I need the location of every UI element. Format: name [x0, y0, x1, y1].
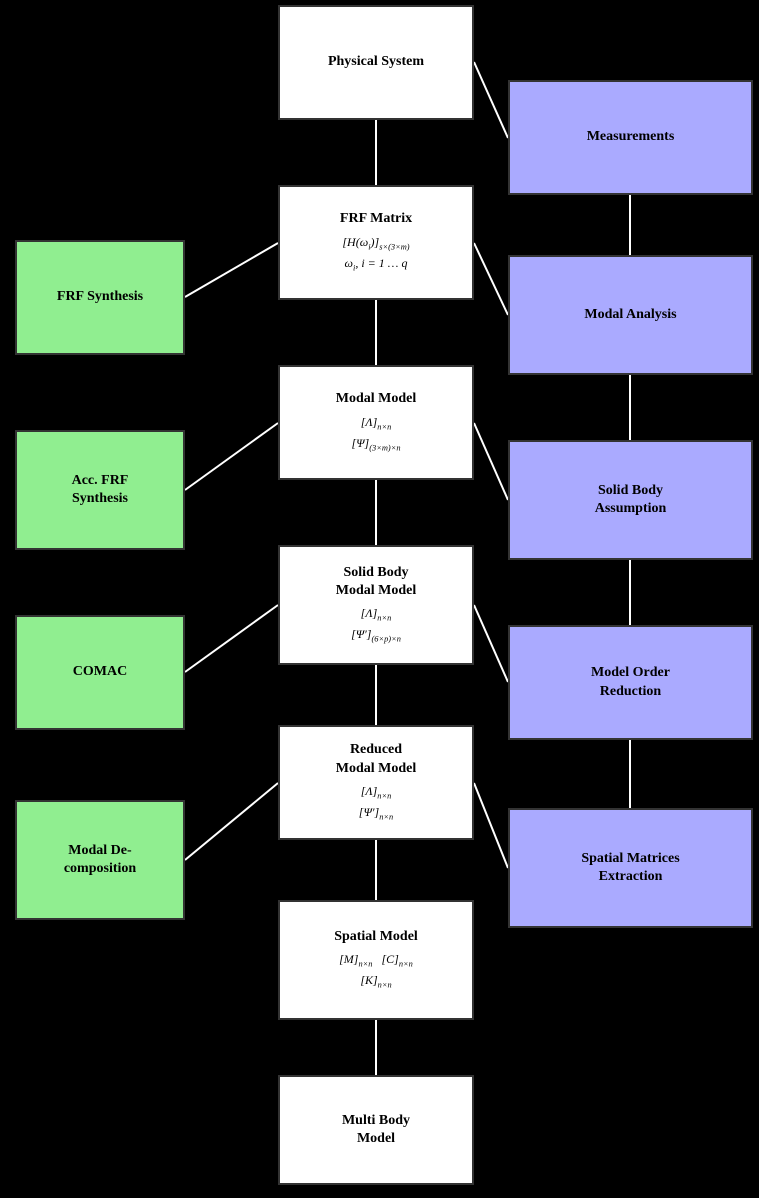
- modal-model-content: [Λ]n×n [Ψ](3×m)×n: [351, 413, 400, 455]
- measurements-box: Measurements: [508, 80, 753, 195]
- spatial-matrices-extraction-box: Spatial MatricesExtraction: [508, 808, 753, 928]
- comac-label: COMAC: [73, 663, 127, 681]
- comac-box: COMAC: [15, 615, 185, 730]
- spatial-model-label: Spatial Model: [334, 928, 418, 946]
- modal-decomposition-label: Modal De-composition: [64, 842, 136, 878]
- reduced-modal-model-box: ReducedModal Model [Λ]n×n [Ψ′]n×n: [278, 725, 474, 840]
- spatial-model-content: [M]n×n [C]n×n [K]n×n: [339, 950, 413, 992]
- model-order-reduction-label: Model OrderReduction: [591, 664, 670, 700]
- modal-analysis-label: Modal Analysis: [584, 306, 676, 324]
- frf-synthesis-label: FRF Synthesis: [57, 288, 143, 306]
- multi-body-model-label: Multi BodyModel: [342, 1112, 410, 1148]
- reduced-modal-model-label: ReducedModal Model: [336, 741, 417, 777]
- physical-system-label: Physical System: [328, 53, 424, 71]
- physical-system-box: Physical System: [278, 5, 474, 120]
- reduced-modal-model-content: [Λ]n×n [Ψ′]n×n: [359, 782, 393, 824]
- solid-body-modal-model-label: Solid BodyModal Model: [336, 564, 417, 600]
- frf-synthesis-box: FRF Synthesis: [15, 240, 185, 355]
- frf-matrix-content: [H(ωi)]s×(3×m) ωi, i = 1 … q: [342, 233, 409, 275]
- modal-model-label: Modal Model: [336, 390, 417, 408]
- measurements-label: Measurements: [587, 128, 675, 146]
- spatial-matrices-extraction-label: Spatial MatricesExtraction: [581, 850, 679, 886]
- solid-body-modal-model-box: Solid BodyModal Model [Λ]n×n [Ψ′](6×p)×n: [278, 545, 474, 665]
- acc-frf-synthesis-label: Acc. FRFSynthesis: [72, 472, 129, 508]
- modal-decomposition-box: Modal De-composition: [15, 800, 185, 920]
- modal-analysis-box: Modal Analysis: [508, 255, 753, 375]
- solid-body-assumption-label: Solid BodyAssumption: [595, 482, 667, 518]
- frf-matrix-label: FRF Matrix: [340, 210, 412, 228]
- solid-body-modal-model-content: [Λ]n×n [Ψ′](6×p)×n: [351, 604, 401, 646]
- frf-matrix-box: FRF Matrix [H(ωi)]s×(3×m) ωi, i = 1 … q: [278, 185, 474, 300]
- model-order-reduction-box: Model OrderReduction: [508, 625, 753, 740]
- solid-body-assumption-box: Solid BodyAssumption: [508, 440, 753, 560]
- modal-model-box: Modal Model [Λ]n×n [Ψ](3×m)×n: [278, 365, 474, 480]
- acc-frf-synthesis-box: Acc. FRFSynthesis: [15, 430, 185, 550]
- diagram-container: Physical System FRF Matrix [H(ωi)]s×(3×m…: [0, 0, 759, 1198]
- spatial-model-box: Spatial Model [M]n×n [C]n×n [K]n×n: [278, 900, 474, 1020]
- multi-body-model-box: Multi BodyModel: [278, 1075, 474, 1185]
